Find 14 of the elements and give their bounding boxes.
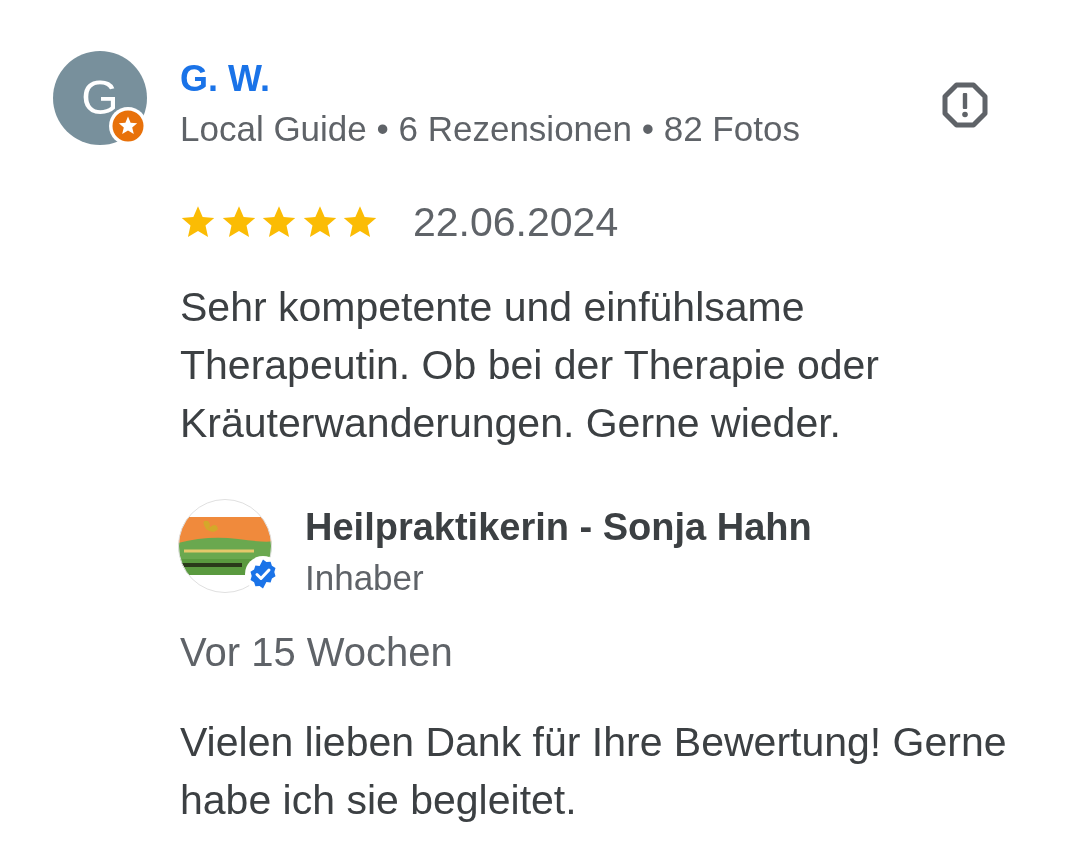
star-icon	[261, 204, 297, 240]
owner-name: Heilpraktikerin - Sonja Hahn	[305, 505, 812, 550]
star-icon	[342, 204, 378, 240]
star-icon	[180, 204, 216, 240]
star-icon	[220, 204, 257, 240]
reviewer-stats: Local Guide • 6 Rezensionen • 82 Fotos	[180, 108, 800, 150]
reviewer-name[interactable]: G. W.	[180, 58, 270, 99]
review-text: Sehr kompetente und einfühlsame Therapeutin. Ob bei der Therapie oder Kräuterwanderungen. Gerne wieder.	[180, 283, 880, 448]
star-icon	[301, 204, 338, 240]
owner-role: Inhaber	[305, 558, 424, 598]
review-date: 22.06.2024	[413, 202, 619, 242]
reply-time: Vor 15 Wochen	[180, 629, 453, 676]
reply-text: Vielen lieben Dank für Ihre Bewertung! Gerne habe ich sie begleitet.	[180, 718, 1008, 825]
exclamation-octagon-icon[interactable]	[942, 82, 988, 128]
